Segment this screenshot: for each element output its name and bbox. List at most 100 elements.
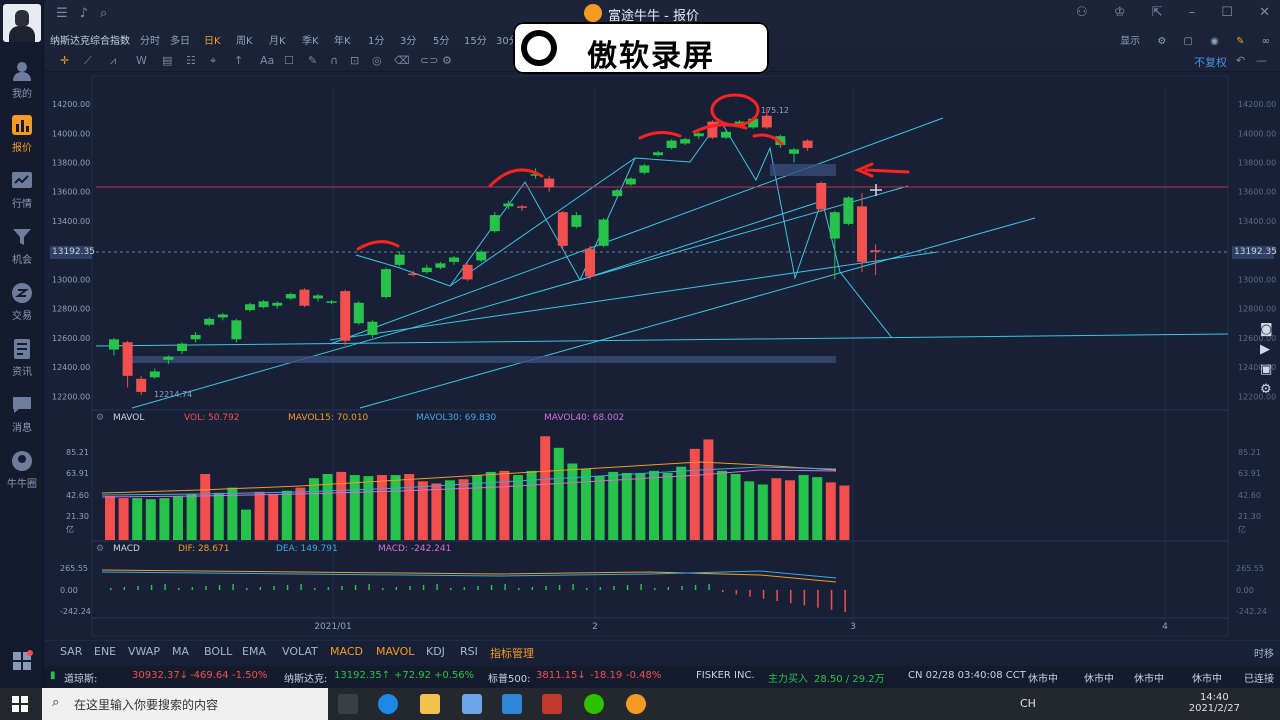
- indicator-tab[interactable]: VOLAT: [282, 645, 318, 658]
- dow-pct: -1.50%: [232, 670, 268, 681]
- candle-body: [408, 273, 419, 276]
- indicator-tab[interactable]: ENE: [94, 645, 116, 658]
- candle-body: [571, 215, 582, 227]
- macd-histogram-bar: [300, 584, 302, 590]
- candle-body: [489, 215, 500, 232]
- market-ticker: ▮ 道琼斯: 30932.37↓ -469.64 -1.50% 纳斯达克: 13…: [44, 666, 1280, 688]
- macd-histogram-bar: [518, 588, 520, 590]
- price-tick-label: 13400.00: [52, 217, 90, 226]
- resistance-zone: [770, 164, 836, 176]
- current-price-tag-left: 13192.35: [50, 246, 95, 259]
- candle-body: [435, 263, 446, 268]
- price-tick-label-right: 13400.00: [1238, 217, 1276, 226]
- volume-bar: [186, 493, 197, 540]
- candle-body: [109, 339, 119, 350]
- volume-bar: [635, 472, 646, 540]
- clock-date: 2021/2/27: [1188, 703, 1240, 714]
- macd-histogram-bar: [790, 590, 792, 604]
- time-shift-button[interactable]: 时移: [1254, 645, 1274, 660]
- macd-histogram-bar: [572, 584, 574, 590]
- high-price-label: 175.12: [761, 106, 789, 115]
- indicator-tab-active[interactable]: MACD: [330, 645, 363, 658]
- news-stock-name[interactable]: FISKER INC.: [696, 670, 755, 681]
- indicator-tab[interactable]: EMA: [242, 645, 266, 658]
- macd-histogram-bar: [776, 590, 778, 601]
- gear-icon[interactable]: ⚙: [1260, 382, 1278, 402]
- indicator-tab[interactable]: RSI: [460, 645, 478, 658]
- volume-bar: [377, 475, 387, 540]
- indicator-tab[interactable]: MA: [172, 645, 189, 658]
- volume-bar: [526, 470, 537, 540]
- volume-bar: [798, 475, 809, 540]
- app-window: 我的 报价 行情 机会 交易 资讯 消息 牛牛圈 ☰♪⌕ 富途牛牛 - 报价 ⚇…: [0, 0, 1280, 720]
- candle-body: [299, 289, 310, 306]
- candle-body: [285, 294, 296, 299]
- settings-icon[interactable]: ⚙: [96, 544, 104, 554]
- sp500-value: 3811.15↓: [536, 670, 586, 681]
- volume-bar: [744, 481, 755, 540]
- mail-icon[interactable]: [502, 694, 522, 714]
- futu-app-icon[interactable]: [626, 694, 646, 714]
- candle-body: [802, 140, 813, 148]
- volume-bar: [839, 485, 850, 540]
- file-explorer-icon[interactable]: [420, 694, 440, 714]
- volume-tick-label-right: 85.21: [1238, 448, 1261, 457]
- store-icon[interactable]: [462, 694, 482, 714]
- indicator-tab[interactable]: KDJ: [426, 645, 445, 658]
- system-clock[interactable]: 14:40 2021/2/27: [1189, 692, 1240, 714]
- candle-body: [449, 257, 459, 262]
- volume-bar: [785, 480, 795, 540]
- candle-body: [503, 203, 514, 207]
- macd-histogram-bar: [273, 586, 275, 590]
- video-icon[interactable]: ▶: [1260, 342, 1278, 362]
- image-icon[interactable]: ▣: [1260, 362, 1278, 382]
- volume-bar: [295, 487, 306, 540]
- price-tick-label: 13800.00: [52, 159, 90, 168]
- taskbar-search[interactable]: ⌕ 在这里输入你要搜索的内容: [42, 688, 328, 720]
- macd-tick-label: 0.00: [60, 586, 78, 595]
- nasdaq-name: 纳斯达克:: [284, 674, 328, 685]
- volume-tick-label: 亿: [66, 524, 74, 534]
- candle-body: [149, 371, 160, 378]
- chart-area[interactable]: 14200.00 14000.00 13800.00 13600.00 13400.00…: [0, 0, 1280, 720]
- macd-histogram-bar: [463, 587, 466, 590]
- indicator-tab[interactable]: BOLL: [204, 645, 232, 658]
- volume-bar: [621, 472, 632, 540]
- volume-bar: [513, 475, 523, 540]
- volume-bar: [757, 484, 768, 540]
- wechat-icon[interactable]: [584, 694, 604, 714]
- indicator-tab[interactable]: VWAP: [128, 645, 160, 658]
- volume-bar: [703, 439, 714, 540]
- clock-time: 14:40: [1199, 692, 1229, 703]
- candle-body: [122, 342, 133, 376]
- app-icon[interactable]: [542, 694, 562, 714]
- macd-histogram-bar: [327, 587, 330, 590]
- volume-tick-label-right: 63.91: [1238, 469, 1261, 478]
- volume-bar: [213, 492, 224, 540]
- indicator-manager-button[interactable]: 指标管理: [490, 645, 534, 661]
- macd-indicator-name[interactable]: MACD: [113, 544, 140, 554]
- candle-body: [231, 320, 242, 340]
- task-view-icon[interactable]: [338, 694, 358, 714]
- candle-body: [136, 378, 147, 392]
- volume-bar: [553, 447, 564, 540]
- watermark-text: 傲软录屏: [587, 39, 715, 74]
- candle-body: [557, 212, 568, 246]
- volume-indicator-name[interactable]: MAVOL: [113, 413, 144, 423]
- indicator-tab-active[interactable]: MAVOL: [376, 645, 414, 658]
- macd-histogram-bar: [640, 584, 642, 590]
- camera-icon[interactable]: ◙: [1260, 322, 1278, 342]
- price-tick-label-right: 13800.00: [1238, 159, 1276, 168]
- candle-body: [462, 264, 473, 280]
- edge-browser-icon[interactable]: [378, 694, 398, 714]
- price-tick-label: 12600.00: [52, 334, 90, 343]
- price-tick-label: 12400.00: [52, 363, 90, 372]
- candle-body: [177, 343, 187, 352]
- candle-body: [421, 267, 432, 273]
- indicator-tab[interactable]: SAR: [60, 645, 82, 658]
- candle-body: [340, 291, 351, 341]
- windows-start-icon[interactable]: [12, 696, 28, 712]
- input-language[interactable]: CH: [1020, 697, 1036, 710]
- settings-icon[interactable]: ⚙: [96, 413, 104, 423]
- speaker-icon[interactable]: ▮: [50, 670, 56, 681]
